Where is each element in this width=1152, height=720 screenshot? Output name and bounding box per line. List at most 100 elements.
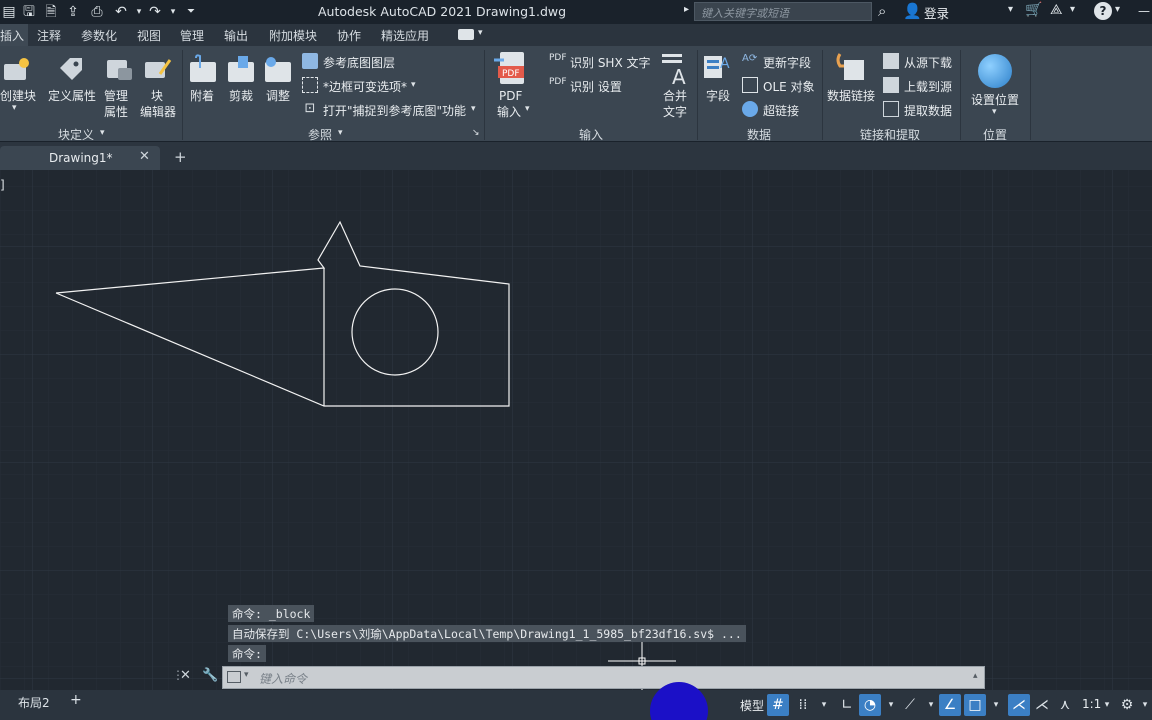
clip-icon[interactable] xyxy=(226,54,256,84)
upload-source-icon[interactable] xyxy=(883,77,899,93)
expand-search-icon[interactable]: ▸ xyxy=(684,4,689,15)
new-tab-icon[interactable]: + xyxy=(174,148,187,166)
download-source-icon[interactable] xyxy=(883,53,899,69)
create-block-icon[interactable] xyxy=(2,56,30,82)
define-attributes-icon[interactable] xyxy=(56,54,86,84)
a360-dropdown-icon[interactable]: ▾ xyxy=(1070,4,1075,15)
close-tab-icon[interactable]: ✕ xyxy=(139,149,150,164)
command-prompt-dropdown-icon[interactable]: ▾ xyxy=(244,670,249,680)
annotation-visibility-icon[interactable]: ⋌ xyxy=(1008,694,1030,716)
user-icon[interactable]: 👤 xyxy=(903,2,922,20)
save-as-icon[interactable]: 🗎 xyxy=(42,3,60,21)
scale-dropdown-icon[interactable]: ▾ xyxy=(1096,694,1118,716)
ribbon-minimize-icon[interactable] xyxy=(458,29,474,40)
recognize-shx-icon[interactable]: PDF xyxy=(549,53,567,69)
command-input[interactable]: 键入命令 xyxy=(259,670,307,687)
recognize-settings-icon[interactable]: PDF xyxy=(549,77,567,93)
annotation-scale-icon[interactable]: ⋏ xyxy=(1054,694,1076,716)
manage-attributes-icon[interactable] xyxy=(104,54,134,84)
field-label[interactable]: 字段 xyxy=(706,88,730,104)
customize-command-icon[interactable]: 🔧 xyxy=(202,668,218,683)
pdf-import-dropdown-icon[interactable]: ▾ xyxy=(525,104,530,114)
polar-tracking-icon[interactable]: ◔ xyxy=(859,694,881,716)
redo-dropdown-icon[interactable]: ▾ xyxy=(164,3,182,21)
create-block-dropdown-icon[interactable]: ▾ xyxy=(12,103,17,113)
tab-output[interactable]: 输出 xyxy=(224,27,248,44)
object-snap-icon[interactable]: □ xyxy=(964,694,986,716)
combine-text-label-2[interactable]: 文字 xyxy=(663,104,687,120)
reference-expand-icon[interactable]: ▾ xyxy=(338,128,343,138)
login-link[interactable]: 登录 xyxy=(924,3,949,22)
tab-manage[interactable]: 管理 xyxy=(180,27,204,44)
command-prompt-icon[interactable] xyxy=(227,671,241,683)
search-input[interactable]: 键入关键字或短语 xyxy=(694,2,872,21)
frame-option-dropdown-icon[interactable]: ▾ xyxy=(411,80,416,90)
object-snap-dropdown-icon[interactable]: ▾ xyxy=(985,694,1007,716)
snap-underlay-button[interactable]: 打开"捕捉到参考底图"功能 xyxy=(323,102,466,119)
customize-qat-icon[interactable]: ⏷ xyxy=(182,3,200,21)
pdf-import-label-2[interactable]: 输入 xyxy=(497,104,521,120)
grid-icon[interactable]: # xyxy=(767,694,789,716)
model-space-button[interactable]: 模型 xyxy=(740,697,764,714)
update-field-icon[interactable]: A⟳ xyxy=(742,53,758,69)
underlay-layers-icon[interactable] xyxy=(302,53,318,69)
tab-view[interactable]: 视图 xyxy=(137,27,161,44)
save-icon[interactable]: 🖫 xyxy=(20,3,38,21)
recognize-shx-button[interactable]: 识别 SHX 文字 xyxy=(570,54,651,71)
ole-object-button[interactable]: OLE 对象 xyxy=(763,78,815,95)
auto-scale-icon[interactable]: ⋌ xyxy=(1031,694,1053,716)
combine-text-icon[interactable]: A xyxy=(660,52,692,89)
manage-attributes-label-2[interactable]: 属性 xyxy=(104,104,128,120)
adjust-icon[interactable] xyxy=(263,54,293,84)
tab-addins[interactable]: 附加模块 xyxy=(269,27,317,44)
pdf-import-icon[interactable]: PDF xyxy=(494,50,528,86)
pdf-import-label-1[interactable]: PDF xyxy=(499,88,522,104)
close-command-icon[interactable]: ✕ xyxy=(180,668,191,683)
drawing-canvas[interactable]: ] xyxy=(0,170,1152,690)
data-link-icon[interactable] xyxy=(834,52,866,84)
layout-tab-2[interactable]: 布局2 xyxy=(18,694,50,711)
ortho-icon[interactable]: ∟ xyxy=(836,694,858,716)
add-layout-icon[interactable]: + xyxy=(70,692,82,708)
data-link-label[interactable]: 数据链接 xyxy=(827,88,875,104)
doc-tab-label[interactable]: Drawing1* xyxy=(49,151,113,165)
ribbon-minimize-dropdown-icon[interactable]: ▾ xyxy=(478,28,483,38)
help-dropdown-icon[interactable]: ▾ xyxy=(1115,4,1120,15)
search-icon[interactable]: ⌕ xyxy=(878,2,886,20)
workspace-dropdown-icon[interactable]: ▾ xyxy=(1134,694,1152,716)
manage-attributes-label-1[interactable]: 管理 xyxy=(104,88,128,104)
block-editor-label-1[interactable]: 块 xyxy=(151,88,163,104)
block-editor-label-2[interactable]: 编辑器 xyxy=(140,104,176,120)
block-editor-icon[interactable] xyxy=(142,54,172,84)
attach-icon[interactable] xyxy=(188,54,218,84)
frame-option-icon[interactable] xyxy=(302,77,318,93)
download-source-button[interactable]: 从源下载 xyxy=(904,54,952,71)
undo-icon[interactable]: ↶ xyxy=(112,3,130,21)
minimize-icon[interactable]: — xyxy=(1138,4,1150,18)
help-icon[interactable]: ? xyxy=(1094,2,1112,20)
isometric-icon[interactable]: ⟋ xyxy=(899,694,921,716)
autodesk-a360-icon[interactable]: ⟁ xyxy=(1050,2,1063,18)
redo-icon[interactable]: ↷ xyxy=(146,3,164,21)
export-icon[interactable]: ⇪ xyxy=(64,3,82,21)
globe-icon[interactable] xyxy=(978,54,1012,88)
tab-featured-apps[interactable]: 精选应用 xyxy=(381,27,429,44)
command-line[interactable]: ▾ 键入命令 ▴ xyxy=(222,666,985,689)
object-snap-tracking-icon[interactable]: ∠ xyxy=(939,694,961,716)
block-definition-expand-icon[interactable]: ▾ xyxy=(100,128,105,138)
cart-icon[interactable]: 🛒 xyxy=(1025,2,1042,18)
extract-data-icon[interactable] xyxy=(883,101,899,117)
tab-parametric[interactable]: 参数化 xyxy=(81,27,117,44)
upload-source-button[interactable]: 上载到源 xyxy=(904,78,952,95)
snap-dropdown-icon[interactable]: ▾ xyxy=(813,694,835,716)
recognize-settings-button[interactable]: 识别 设置 xyxy=(570,78,622,95)
create-block-label[interactable]: 创建块 xyxy=(0,88,36,104)
ole-object-icon[interactable] xyxy=(742,77,758,93)
command-history-expand-icon[interactable]: ▴ xyxy=(973,671,978,681)
login-dropdown-icon[interactable]: ▾ xyxy=(1008,4,1013,15)
snap-underlay-dropdown-icon[interactable]: ▾ xyxy=(471,104,476,114)
extract-data-button[interactable]: 提取数据 xyxy=(904,102,952,119)
print-icon[interactable]: ⎙ xyxy=(88,3,106,21)
combine-text-label-1[interactable]: 合并 xyxy=(663,88,687,104)
update-field-button[interactable]: 更新字段 xyxy=(763,54,811,71)
